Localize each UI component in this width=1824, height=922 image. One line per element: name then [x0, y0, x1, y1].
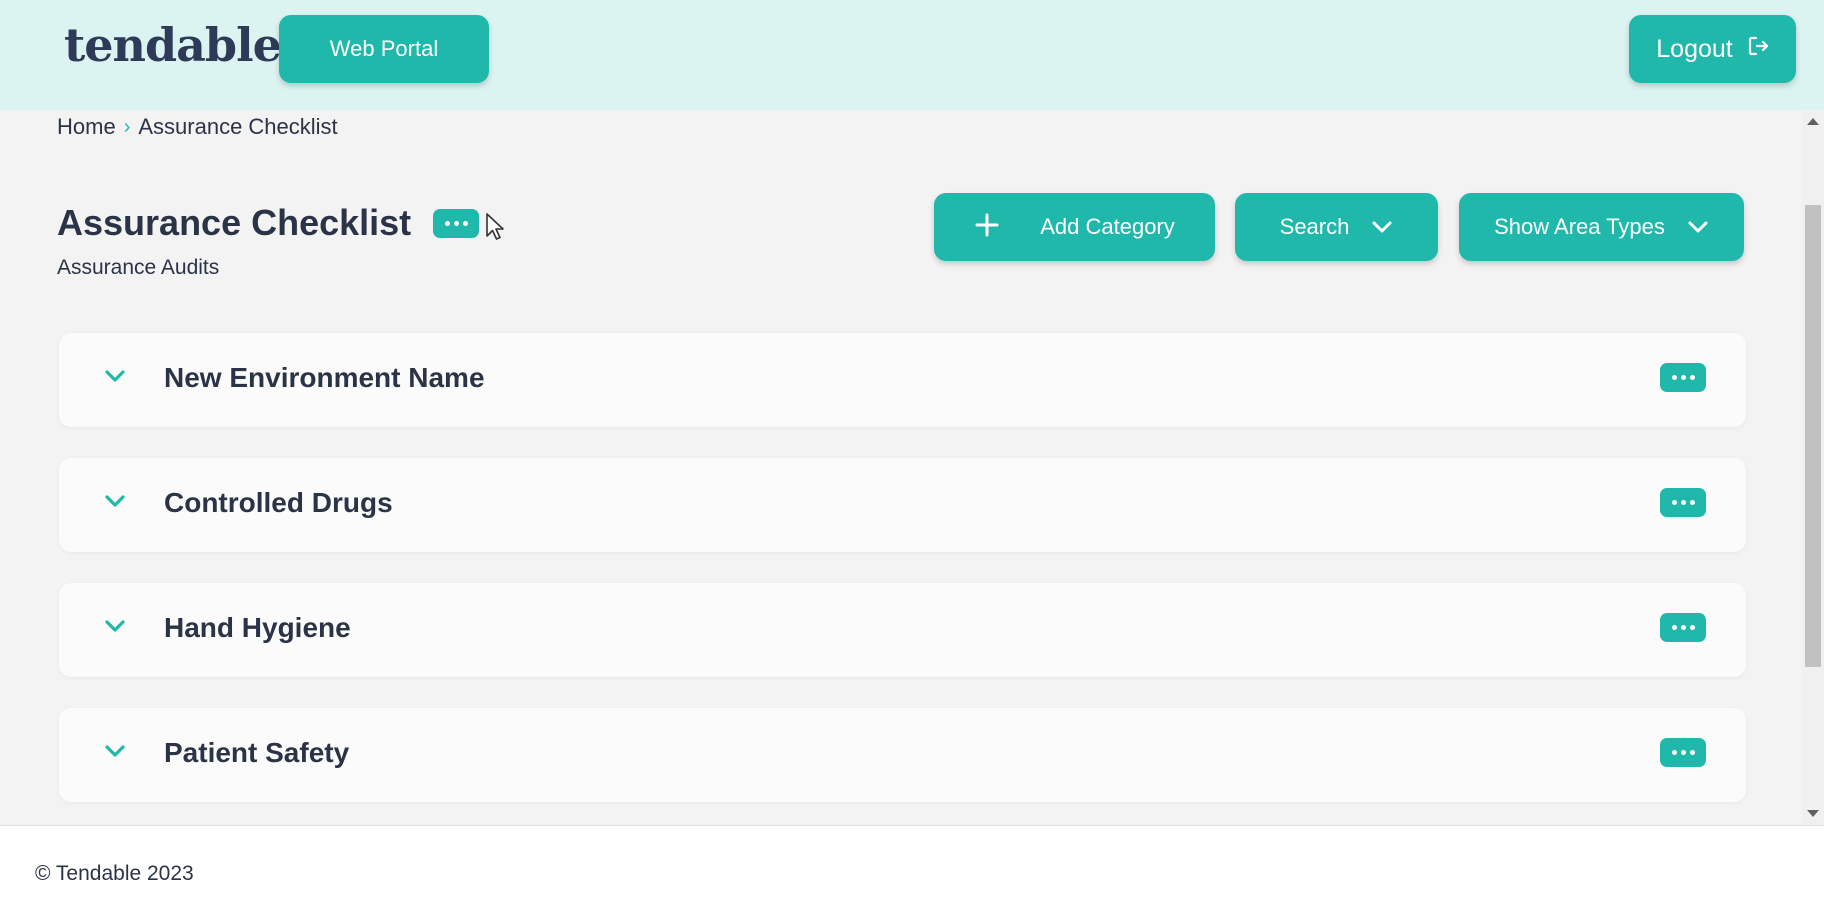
breadcrumb: Home › Assurance Checklist: [57, 114, 338, 140]
more-dots-icon: [1671, 375, 1677, 380]
more-dot: [1680, 500, 1686, 505]
scrollbar-thumb[interactable]: [1805, 205, 1821, 667]
more-dot: [1680, 375, 1686, 380]
logout-icon: [1747, 35, 1769, 64]
more-dots-icon: [1671, 625, 1677, 630]
category-more-options-button[interactable]: [1660, 613, 1706, 642]
more-dot: [1680, 625, 1686, 630]
tendable-logo[interactable]: tendable: [64, 18, 282, 72]
more-dot: [1680, 750, 1686, 755]
logout-button[interactable]: Logout: [1629, 15, 1796, 83]
category-name: Hand Hygiene: [164, 612, 351, 643]
vertical-scrollbar[interactable]: [1802, 110, 1824, 825]
more-dot: [1689, 625, 1695, 630]
expand-chevron-icon[interactable]: [103, 618, 127, 639]
expand-chevron-icon[interactable]: [103, 743, 127, 764]
web-portal-button[interactable]: Web Portal: [279, 15, 489, 83]
category-name: Patient Safety: [164, 737, 350, 768]
top-header: tendable Web Portal Logout: [0, 0, 1824, 110]
page-footer: © Tendable 2023: [0, 825, 1824, 922]
plus-icon: [974, 210, 1000, 244]
logout-label: Logout: [1656, 34, 1733, 63]
more-dot: [1689, 750, 1695, 755]
copyright-text: © Tendable 2023: [35, 862, 194, 885]
more-dot: [453, 221, 459, 226]
mouse-cursor-icon: [485, 212, 505, 247]
category-name: New Environment Name: [164, 362, 485, 393]
add-category-button[interactable]: Add Category: [934, 193, 1215, 261]
main-content: Home › Assurance Checklist Assurance Che…: [0, 110, 1802, 825]
web-portal-label: Web Portal: [329, 36, 439, 61]
show-area-types-label: Show Area Types: [1494, 214, 1665, 239]
page-subtitle: Assurance Audits: [57, 256, 220, 279]
title-more-options-button[interactable]: [433, 209, 479, 238]
page-title: Assurance Checklist: [57, 202, 412, 243]
more-dot: [462, 221, 468, 226]
chevron-down-icon: [1687, 220, 1709, 234]
category-card[interactable]: Patient Safety: [59, 708, 1746, 802]
expand-chevron-icon[interactable]: [103, 493, 127, 514]
more-dots-icon: [444, 221, 450, 226]
category-card[interactable]: Hand Hygiene: [59, 583, 1746, 677]
chevron-down-icon: [1371, 220, 1393, 234]
category-more-options-button[interactable]: [1660, 738, 1706, 767]
more-dot: [1689, 500, 1695, 505]
more-dots-icon: [1671, 500, 1677, 505]
breadcrumb-current: Assurance Checklist: [138, 114, 338, 139]
breadcrumb-home[interactable]: Home: [57, 114, 116, 140]
category-more-options-button[interactable]: [1660, 363, 1706, 392]
category-more-options-button[interactable]: [1660, 488, 1706, 517]
expand-chevron-icon[interactable]: [103, 368, 127, 389]
show-area-types-button[interactable]: Show Area Types: [1459, 193, 1744, 261]
search-dropdown-button[interactable]: Search: [1235, 193, 1438, 261]
category-name: Controlled Drugs: [164, 487, 393, 518]
add-category-label: Add Category: [1040, 214, 1175, 239]
breadcrumb-separator-icon: ›: [123, 115, 131, 138]
more-dots-icon: [1671, 750, 1677, 755]
scroll-up-arrow-icon[interactable]: [1807, 118, 1819, 125]
more-dot: [1689, 375, 1695, 380]
category-card[interactable]: New Environment Name: [59, 333, 1746, 427]
search-label: Search: [1279, 214, 1350, 239]
scroll-down-arrow-icon[interactable]: [1807, 810, 1819, 817]
category-card[interactable]: Controlled Drugs: [59, 458, 1746, 552]
